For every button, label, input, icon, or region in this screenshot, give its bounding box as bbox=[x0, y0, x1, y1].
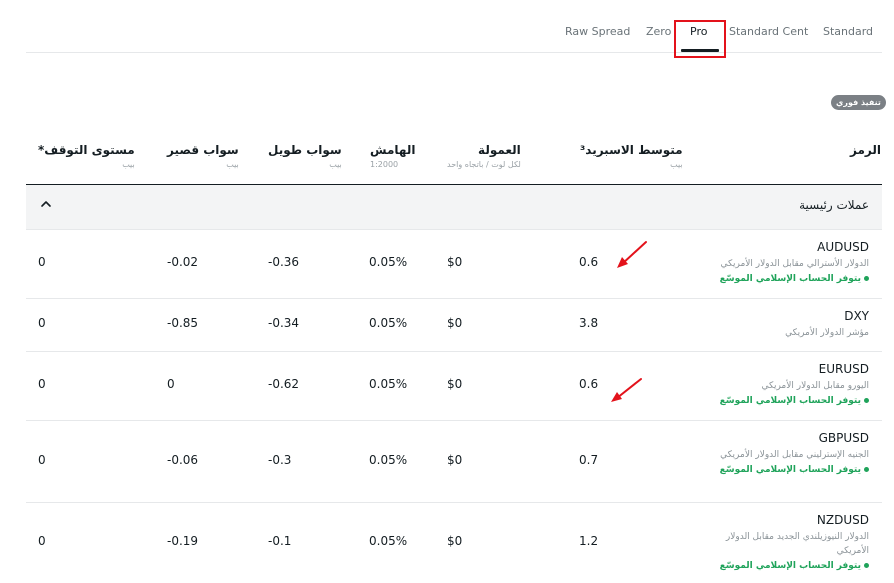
column-header-margin: الهامش 1:2000 bbox=[370, 143, 416, 169]
swap-long-value: -0.62 bbox=[268, 377, 300, 391]
swap-short-value: -0.02 bbox=[167, 255, 199, 269]
tab-standard-cent[interactable]: Standard Cent bbox=[729, 25, 808, 38]
symbol-name: NZDUSD bbox=[816, 513, 869, 527]
account-type-tabs: Raw Spread Zero Pro Standard Cent Standa… bbox=[26, 0, 882, 53]
stop-level-value: 0 bbox=[38, 534, 46, 548]
tab-zero[interactable]: Zero bbox=[646, 25, 671, 38]
column-header-swap-short: سواب قصير بيب bbox=[167, 143, 239, 169]
green-dot-icon bbox=[864, 563, 869, 568]
symbol-description: مؤشر الدولار الأمريكي bbox=[785, 328, 869, 338]
symbol-name: DXY bbox=[844, 309, 869, 323]
group-row-majors[interactable]: عملات رئيسية bbox=[26, 185, 882, 230]
swap-short-value: -0.85 bbox=[167, 316, 199, 330]
margin-value: 0.05% bbox=[369, 255, 408, 269]
symbol-description: الدولار الأسترالي مقابل الدولار الأمريكي bbox=[720, 259, 869, 269]
stop-level-value: 0 bbox=[38, 316, 46, 330]
margin-value: 0.05% bbox=[369, 316, 408, 330]
column-header-commission: العمولة لكل لوت / باتجاه واحد bbox=[447, 143, 521, 169]
symbol-cell: NZDUSD الدولار النيوزيلندي الجديد مقابل … bbox=[719, 513, 869, 571]
spread-value: 3.8 bbox=[579, 316, 599, 330]
margin-value: 0.05% bbox=[369, 534, 408, 548]
green-dot-icon bbox=[864, 276, 869, 281]
column-header-spread: متوسط الاسبريد³ بيب bbox=[580, 143, 683, 169]
swap-short-value: -0.06 bbox=[167, 453, 199, 467]
group-label: عملات رئيسية bbox=[799, 198, 869, 212]
swap-long-value: -0.34 bbox=[268, 316, 300, 330]
spread-value: 0.6 bbox=[579, 377, 599, 391]
table-row: GBPUSD الجنيه الإسترليني مقابل الدولار ا… bbox=[26, 421, 882, 503]
symbol-description: الجنيه الإسترليني مقابل الدولار الأمريكي bbox=[720, 450, 869, 460]
spread-value: 0.7 bbox=[579, 453, 599, 467]
annotation-highlight-box bbox=[674, 20, 726, 58]
swap-long-value: -0.36 bbox=[268, 255, 300, 269]
chevron-up-icon[interactable] bbox=[39, 197, 53, 211]
symbol-name: AUDUSD bbox=[817, 240, 869, 254]
green-dot-icon bbox=[864, 398, 869, 403]
table-row: AUDUSD الدولار الأسترالي مقابل الدولار ا… bbox=[26, 230, 882, 299]
table-row: DXY مؤشر الدولار الأمريكي 3.8 $0 0.05% -… bbox=[26, 299, 882, 352]
swap-long-value: -0.3 bbox=[268, 453, 292, 467]
stop-level-value: 0 bbox=[38, 377, 46, 391]
column-header-symbol: الرمز bbox=[850, 143, 881, 157]
islamic-account-note: يتوفر الحساب الإسلامي الموسّع bbox=[699, 274, 869, 284]
symbol-name: EURUSD bbox=[818, 362, 869, 376]
instant-execution-badge: تنفيذ فوري bbox=[831, 95, 886, 110]
commission-value: $0 bbox=[447, 377, 463, 391]
table-row: NZDUSD الدولار النيوزيلندي الجديد مقابل … bbox=[26, 503, 882, 583]
symbol-name: GBPUSD bbox=[818, 431, 869, 445]
swap-short-value: 0 bbox=[167, 377, 175, 391]
margin-value: 0.05% bbox=[369, 453, 408, 467]
commission-value: $0 bbox=[447, 255, 463, 269]
column-header-stop-level: مستوى التوقف* بيب bbox=[38, 143, 135, 169]
stop-level-value: 0 bbox=[38, 453, 46, 467]
symbol-cell: EURUSD اليورو مقابل الدولار الأمريكي يتو… bbox=[699, 362, 869, 406]
green-dot-icon bbox=[864, 467, 869, 472]
symbol-description: الدولار النيوزيلندي الجديد مقابل الدولار… bbox=[725, 532, 869, 556]
margin-value: 0.05% bbox=[369, 377, 408, 391]
commission-value: $0 bbox=[447, 453, 463, 467]
swap-short-value: -0.19 bbox=[167, 534, 199, 548]
spread-value: 0.6 bbox=[579, 255, 599, 269]
commission-value: $0 bbox=[447, 534, 463, 548]
column-header-swap-long: سواب طويل بيب bbox=[268, 143, 342, 169]
tab-raw-spread[interactable]: Raw Spread bbox=[565, 25, 630, 38]
symbol-cell: GBPUSD الجنيه الإسترليني مقابل الدولار ا… bbox=[719, 431, 869, 475]
spread-value: 1.2 bbox=[579, 534, 599, 548]
commission-value: $0 bbox=[447, 316, 463, 330]
table-row: EURUSD اليورو مقابل الدولار الأمريكي يتو… bbox=[26, 352, 882, 421]
swap-long-value: -0.1 bbox=[268, 534, 292, 548]
islamic-account-note: يتوفر الحساب الإسلامي الموسّع bbox=[719, 465, 869, 475]
stop-level-value: 0 bbox=[38, 255, 46, 269]
symbol-cell: DXY مؤشر الدولار الأمريكي bbox=[699, 309, 869, 340]
symbol-description: اليورو مقابل الدولار الأمريكي bbox=[761, 381, 869, 391]
tab-standard[interactable]: Standard bbox=[823, 25, 873, 38]
islamic-account-note: يتوفر الحساب الإسلامي الموسّع bbox=[699, 396, 869, 406]
symbol-cell: AUDUSD الدولار الأسترالي مقابل الدولار ا… bbox=[699, 240, 869, 284]
